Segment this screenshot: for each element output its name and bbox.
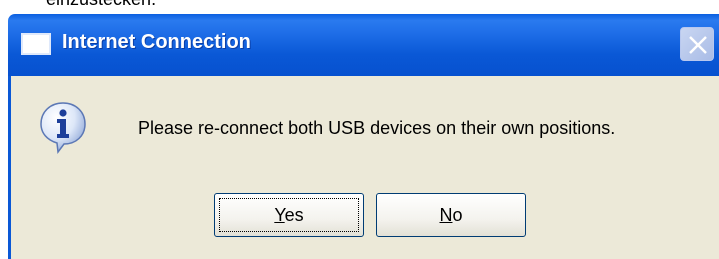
- background-text: einzustecken.: [46, 0, 156, 10]
- close-button[interactable]: [680, 27, 714, 61]
- dialog-title: Internet Connection: [62, 31, 251, 53]
- window-icon: [21, 33, 51, 55]
- message-dialog: Internet Connection Please re-connect bo…: [8, 14, 719, 259]
- dialog-message: Please re-connect both USB devices on th…: [138, 118, 616, 138]
- dialog-body: Please re-connect both USB devices on th…: [8, 76, 719, 259]
- info-icon: [40, 102, 86, 154]
- close-icon: [689, 36, 707, 54]
- no-button-label: No: [439, 205, 463, 225]
- title-bar[interactable]: Internet Connection: [8, 14, 719, 76]
- no-button[interactable]: No: [376, 193, 526, 237]
- yes-button[interactable]: Yes: [214, 193, 364, 237]
- yes-button-label: Yes: [274, 205, 304, 225]
